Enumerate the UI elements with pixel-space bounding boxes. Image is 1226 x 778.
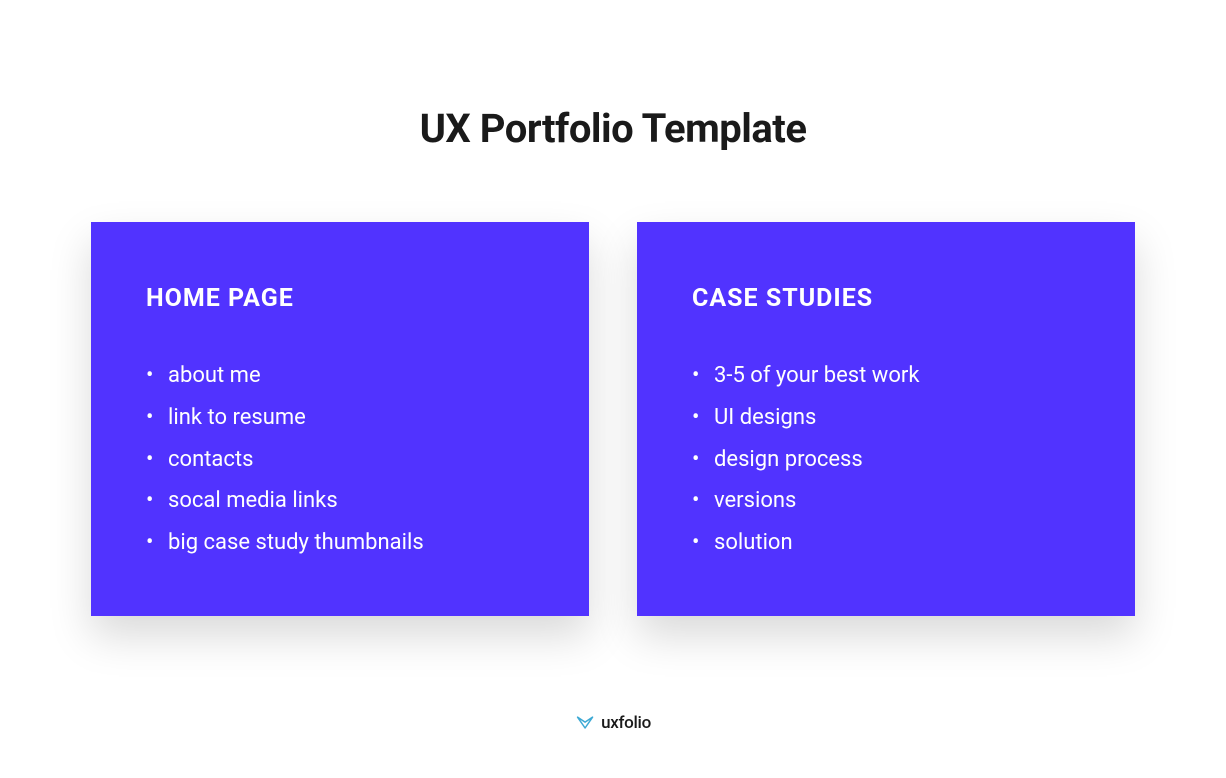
list-item: 3-5 of your best work [714, 355, 1080, 397]
card-home-page: HOME PAGE about me link to resume contac… [91, 222, 589, 616]
list-item: design process [714, 439, 1080, 481]
card-header: CASE STUDIES [692, 284, 1080, 313]
list-item: link to resume [168, 397, 534, 439]
cards-container: HOME PAGE about me link to resume contac… [91, 222, 1135, 616]
list-item: UI designs [714, 397, 1080, 439]
uxfolio-logo-icon [575, 713, 595, 733]
footer-brand: uxfolio [575, 713, 651, 733]
card-list: about me link to resume contacts socal m… [146, 355, 534, 564]
list-item: contacts [168, 439, 534, 481]
card-case-studies: CASE STUDIES 3-5 of your best work UI de… [637, 222, 1135, 616]
list-item: about me [168, 355, 534, 397]
list-item: versions [714, 480, 1080, 522]
list-item: solution [714, 522, 1080, 564]
card-list: 3-5 of your best work UI designs design … [692, 355, 1080, 564]
page-title: UX Portfolio Template [420, 105, 807, 152]
footer-brand-text: uxfolio [601, 713, 651, 733]
list-item: socal media links [168, 480, 534, 522]
card-header: HOME PAGE [146, 284, 534, 313]
list-item: big case study thumbnails [168, 522, 534, 564]
